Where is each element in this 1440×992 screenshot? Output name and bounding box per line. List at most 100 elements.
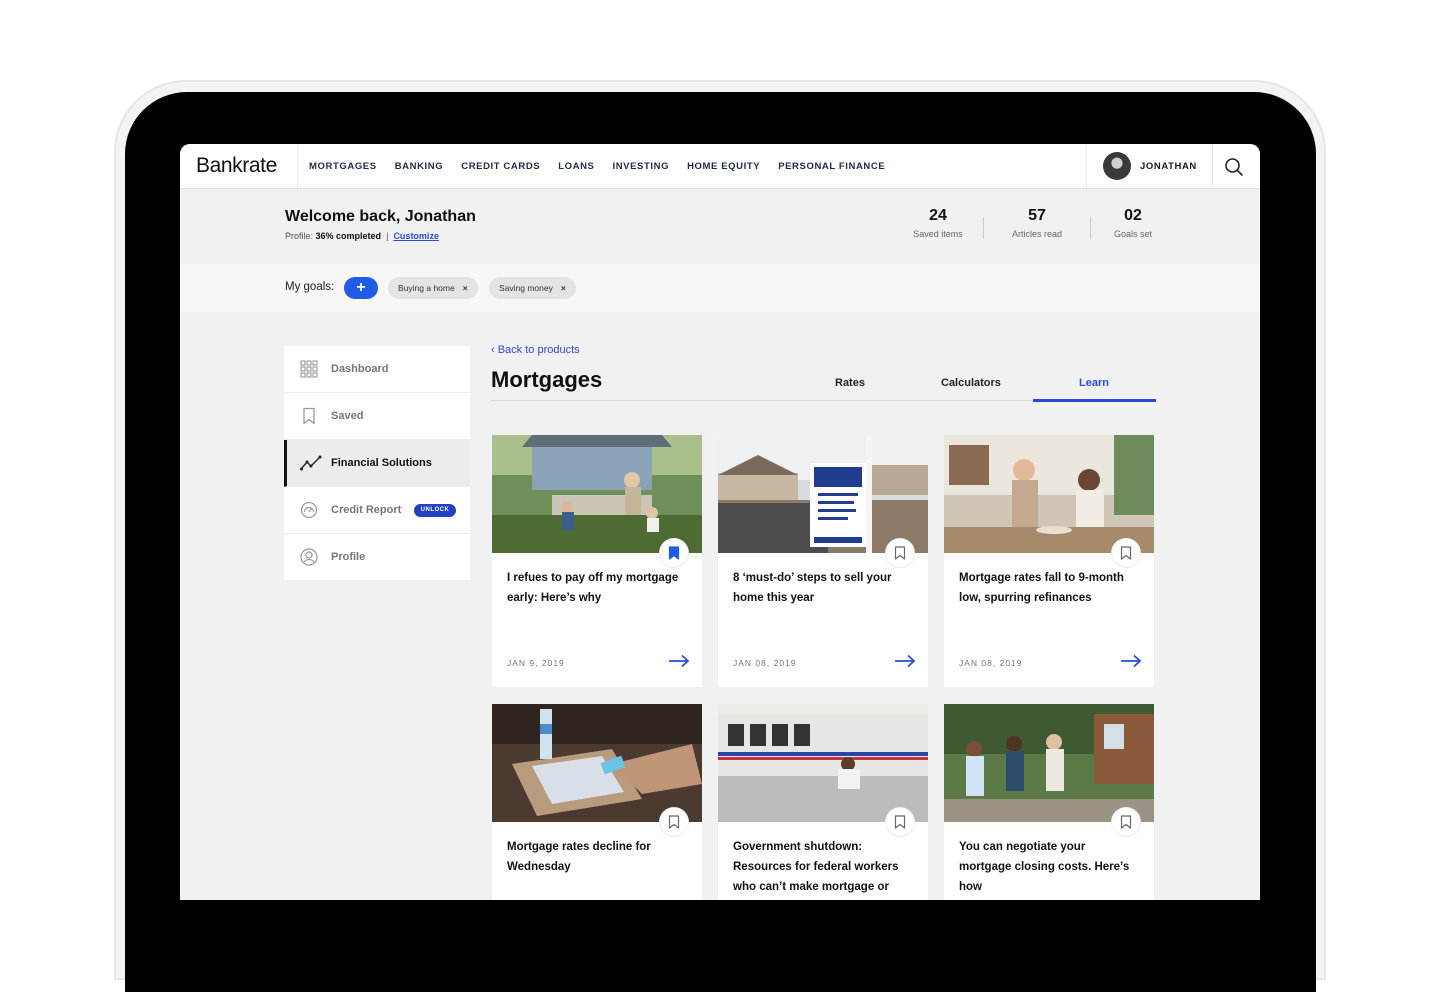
bookmark-icon [1120, 815, 1132, 829]
article-card[interactable]: Mortgage rates decline for Wednesday [492, 704, 702, 900]
article-title: Government shutdown: Resources for feder… [733, 841, 899, 893]
top-navigation: Bankrate MORTGAGES BANKING CREDIT CARDS … [180, 144, 1260, 189]
stat-value: 57 [1028, 207, 1046, 224]
stat-saved-items: 24 Saved items [898, 207, 978, 239]
sidebar: Dashboard Saved Financial Solutions Cred… [284, 346, 470, 581]
bookmark-button[interactable] [886, 539, 914, 567]
article-title: Mortgage rates decline for Wednesday [507, 841, 651, 873]
article-card[interactable]: 8 ‘must-do’ steps to sell your home this… [718, 435, 928, 687]
grid-icon [300, 360, 318, 378]
stat-label: Saved items [913, 229, 963, 239]
bookmark-button[interactable] [1112, 539, 1140, 567]
back-to-products-link[interactable]: ‹ Back to products [491, 344, 580, 356]
arrow-right-icon[interactable] [894, 654, 916, 668]
welcome-title: Welcome back, Jonathan [285, 208, 476, 225]
add-goal-button[interactable]: + [344, 277, 378, 299]
profile-completion: 36% completed [315, 231, 382, 241]
bookmark-icon [303, 407, 315, 425]
welcome-header: Welcome back, Jonathan Profile: 36% comp… [180, 189, 1260, 264]
stat-value: 02 [1124, 207, 1142, 224]
nav-item-personal-finance[interactable]: PERSONAL FINANCE [778, 161, 885, 172]
sidebar-item-label: Financial Solutions [331, 457, 432, 469]
article-image [944, 704, 1154, 822]
article-image [718, 435, 928, 553]
article-date: JAN 08, 2019 [733, 658, 797, 668]
app-screen: Bankrate MORTGAGES BANKING CREDIT CARDS … [180, 144, 1260, 900]
customize-link[interactable]: Customize [393, 231, 439, 241]
user-circle-icon [300, 548, 318, 566]
avatar [1103, 152, 1131, 180]
sidebar-item-saved[interactable]: Saved [284, 393, 470, 440]
stat-divider [1090, 217, 1091, 239]
bookmark-filled-icon [668, 546, 680, 560]
sidebar-item-label: Profile [331, 551, 366, 563]
article-image [718, 704, 928, 822]
tab-learn[interactable]: Learn [1079, 377, 1109, 389]
nav-item-credit-cards[interactable]: CREDIT CARDS [461, 161, 540, 172]
sidebar-item-financial-solutions[interactable]: Financial Solutions [284, 440, 470, 487]
sidebar-item-label: Saved [331, 410, 364, 422]
bookmark-icon [1120, 546, 1132, 560]
sidebar-item-label: Credit Report [331, 504, 402, 516]
stat-articles-read: 57 Articles read [997, 207, 1077, 239]
arrow-right-icon[interactable] [668, 654, 690, 668]
bookmark-icon [668, 815, 680, 829]
profile-separator: | [386, 231, 389, 241]
remove-goal-icon[interactable]: × [463, 283, 468, 293]
article-title: 8 ‘must-do’ steps to sell your home this… [733, 572, 892, 604]
nav-item-home-equity[interactable]: HOME EQUITY [687, 161, 760, 172]
bookmark-icon [894, 815, 906, 829]
logo-divider [297, 144, 298, 188]
article-title: You can negotiate your mortgage closing … [959, 841, 1130, 893]
article-image [492, 435, 702, 553]
bookmark-icon [894, 546, 906, 560]
stat-label: Articles read [1011, 229, 1063, 239]
sidebar-item-credit-report[interactable]: Credit Report UNLOCK [284, 487, 470, 534]
tab-rates[interactable]: Rates [835, 377, 865, 389]
sidebar-item-profile[interactable]: Profile [284, 534, 470, 581]
sidebar-item-label: Dashboard [331, 363, 389, 375]
arrow-right-icon[interactable] [1120, 654, 1142, 668]
goals-bar: My goals: + Buying a home × Saving money × [180, 264, 1260, 312]
article-date: JAN 08, 2019 [959, 658, 1023, 668]
user-name: JONATHAN [1140, 161, 1197, 172]
goal-chip-label: Saving money [499, 283, 553, 293]
tab-calculators[interactable]: Calculators [941, 377, 1001, 389]
goal-chip-buying-a-home[interactable]: Buying a home × [388, 277, 478, 299]
nav-item-investing[interactable]: INVESTING [612, 161, 669, 172]
article-image [492, 704, 702, 822]
main-nav: MORTGAGES BANKING CREDIT CARDS LOANS INV… [309, 161, 903, 172]
unlock-badge[interactable]: UNLOCK [414, 504, 456, 517]
profile-status: Profile: 36% completed | Customize [285, 231, 439, 241]
article-title: I refues to pay off my mortgage early: H… [507, 572, 679, 604]
bankrate-logo[interactable]: Bankrate [196, 154, 277, 178]
nav-item-loans[interactable]: LOANS [558, 161, 594, 172]
article-card[interactable]: You can negotiate your mortgage closing … [944, 704, 1154, 900]
page-title: Mortgages [491, 367, 603, 392]
bookmark-button[interactable] [660, 539, 688, 567]
article-card[interactable]: Mortgage rates fall to 9-month low, spur… [944, 435, 1154, 687]
gauge-icon [300, 501, 318, 519]
nav-item-banking[interactable]: BANKING [395, 161, 444, 172]
bookmark-button[interactable] [886, 808, 914, 836]
article-card[interactable]: I refues to pay off my mortgage early: H… [492, 435, 702, 687]
stat-label: Goals set [1113, 229, 1153, 239]
trend-line-icon [300, 455, 322, 471]
sidebar-item-dashboard[interactable]: Dashboard [284, 346, 470, 393]
remove-goal-icon[interactable]: × [561, 283, 566, 293]
stat-divider [983, 217, 984, 239]
goal-chip-saving-money[interactable]: Saving money × [489, 277, 576, 299]
bookmark-button[interactable] [660, 808, 688, 836]
user-menu[interactable]: JONATHAN [1086, 144, 1213, 188]
article-image [944, 435, 1154, 553]
article-card[interactable]: Government shutdown: Resources for feder… [718, 704, 928, 900]
goal-chip-label: Buying a home [398, 283, 455, 293]
stat-goals-set: 02 Goals set [1093, 207, 1173, 239]
article-date: JAN 9, 2019 [507, 658, 565, 668]
active-tab-indicator [1033, 399, 1156, 402]
goals-label: My goals: [285, 281, 335, 293]
nav-item-mortgages[interactable]: MORTGAGES [309, 161, 377, 172]
article-title: Mortgage rates fall to 9-month low, spur… [959, 572, 1124, 604]
search-icon[interactable] [1224, 157, 1244, 177]
bookmark-button[interactable] [1112, 808, 1140, 836]
